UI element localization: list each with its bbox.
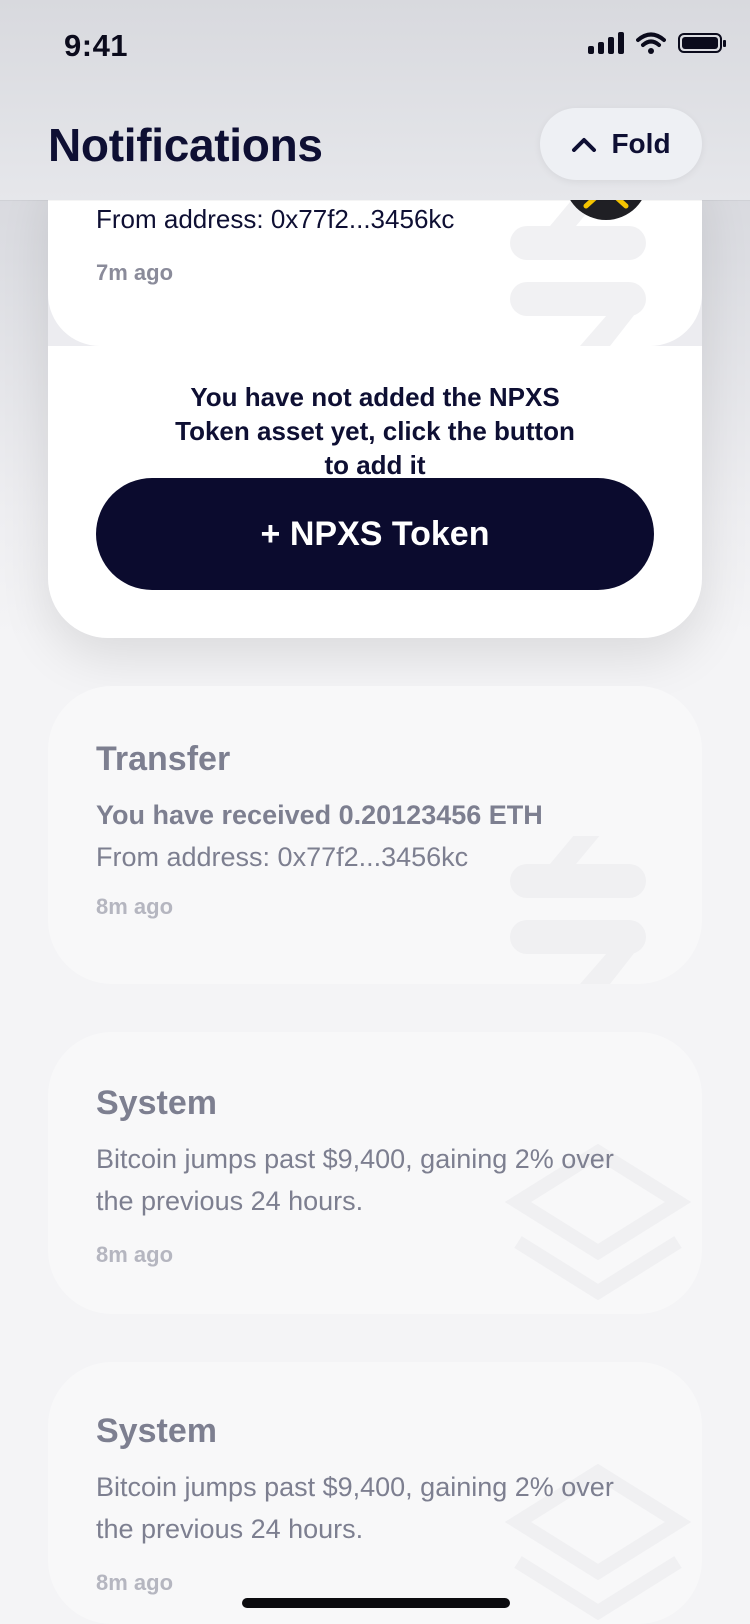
notification-card-transfer[interactable]: Transfer You have received 0.20123456 ET… [48,686,702,984]
from-address: From address: 0x77f2...3456kc [96,204,455,234]
header: 9:41 Notifications Fold [0,0,750,200]
notification-card-system[interactable]: System Bitcoin jumps past $9,400, gainin… [48,1032,702,1314]
add-token-button[interactable]: + NPXS Token [96,478,654,590]
timestamp: 7m ago [96,260,174,285]
signal-icon [588,32,624,54]
notification-title: System [96,1084,217,1122]
notification-from: From address: 0x77f2...3456kc [96,842,469,872]
chevron-up-icon [572,138,597,152]
notification-title: Transfer [96,740,231,778]
add-token-prompt: You have not added the NPXS Token asset … [175,382,575,480]
fold-button[interactable]: Fold [540,108,702,180]
battery-icon [678,33,726,53]
notification-text: Bitcoin jumps past $9,400, gaining 2% ov… [96,1472,614,1544]
notification-time: 8m ago [96,1570,174,1595]
fold-label: Fold [611,128,671,159]
notification-time: 8m ago [96,894,174,919]
notification-text: Bitcoin jumps past $9,400, gaining 2% ov… [96,1144,614,1216]
home-indicator[interactable] [242,1598,510,1608]
expanded-card-content: From address: 0x77f2...3456kc 7m ago You… [48,150,702,638]
notification-card-system[interactable]: System Bitcoin jumps past $9,400, gainin… [48,1362,702,1624]
notification-time: 8m ago [96,1242,174,1267]
wifi-icon [636,32,666,54]
status-icons [588,32,726,54]
page-title: Notifications [48,119,323,171]
notification-title: System [96,1412,217,1450]
notification-amount: You have received 0.20123456 ETH [96,800,543,830]
status-time: 9:41 [64,28,129,63]
